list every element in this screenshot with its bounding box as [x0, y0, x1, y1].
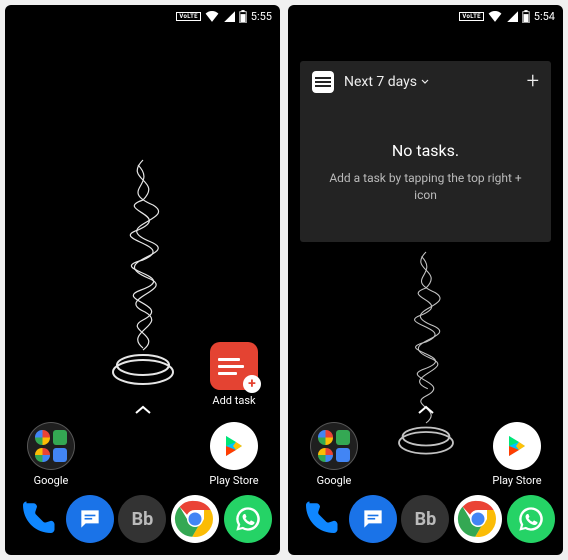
calendar-icon — [336, 448, 351, 463]
phone-app[interactable] — [13, 495, 61, 543]
home-grid[interactable]: + Add task Google Play Store — [5, 27, 280, 489]
bb-label: Bb — [132, 509, 154, 530]
phone-app[interactable] — [296, 495, 344, 543]
signal-icon — [506, 10, 518, 22]
signal-icon — [223, 10, 235, 22]
folder-label: Google — [23, 474, 79, 487]
app-drawer-handle[interactable] — [134, 400, 152, 419]
app-label: Play Store — [206, 474, 262, 487]
shortcut-label: Add task — [206, 394, 262, 407]
whatsapp-app[interactable] — [507, 495, 555, 543]
play-store-icon — [493, 422, 541, 470]
network-badge: VoLTE — [176, 12, 200, 21]
chrome-app[interactable] — [454, 495, 502, 543]
home-grid[interactable]: Next 7 days + No tasks. Add a task by ta… — [288, 27, 563, 489]
blackboard-app[interactable]: Bb — [401, 495, 449, 543]
phone-screen-right: VoLTE 5:54 Next 7 days + N — [288, 5, 563, 555]
play-store-icon — [210, 422, 258, 470]
play-store-app[interactable]: Play Store — [489, 422, 545, 487]
empty-subtext: Add a task by tapping the top right + ic… — [320, 170, 531, 204]
blackboard-app[interactable]: Bb — [118, 495, 166, 543]
todoist-icon: + — [210, 342, 258, 390]
battery-icon — [522, 10, 530, 23]
google-icon — [35, 430, 50, 445]
battery-icon — [239, 10, 247, 23]
google-folder[interactable]: Google — [306, 422, 362, 487]
add-task-button[interactable]: + — [527, 71, 539, 93]
folder-label: Google — [306, 474, 362, 487]
clock: 5:54 — [534, 10, 555, 23]
clock: 5:55 — [251, 10, 272, 23]
maps-icon — [53, 430, 68, 445]
wifi-icon — [205, 10, 219, 22]
chrome-app[interactable] — [171, 495, 219, 543]
widget-filter-dropdown[interactable]: Next 7 days — [344, 74, 517, 90]
messages-app[interactable] — [66, 495, 114, 543]
bb-label: Bb — [415, 509, 437, 530]
status-bar: VoLTE 5:55 — [5, 5, 280, 27]
photos-icon — [318, 448, 333, 463]
google-icon — [318, 430, 333, 445]
phone-screen-left: VoLTE 5:55 + Add task — [5, 5, 280, 555]
network-badge: VoLTE — [459, 12, 483, 21]
photos-icon — [35, 448, 50, 463]
status-bar: VoLTE 5:54 — [288, 5, 563, 27]
app-drawer-handle[interactable] — [417, 400, 435, 419]
wifi-icon — [488, 10, 502, 22]
play-store-app[interactable]: Play Store — [206, 422, 262, 487]
plus-badge-icon: + — [243, 375, 261, 393]
maps-icon — [336, 430, 351, 445]
chevron-down-icon — [421, 79, 429, 85]
todoist-icon — [312, 71, 334, 93]
todoist-add-task-shortcut[interactable]: + Add task — [206, 342, 262, 407]
calendar-icon — [53, 448, 68, 463]
empty-headline: No tasks. — [320, 141, 531, 160]
dock: Bb — [288, 489, 563, 555]
messages-app[interactable] — [349, 495, 397, 543]
dock: Bb — [5, 489, 280, 555]
app-label: Play Store — [489, 474, 545, 487]
google-folder[interactable]: Google — [23, 422, 79, 487]
todoist-widget[interactable]: Next 7 days + No tasks. Add a task by ta… — [300, 61, 551, 242]
widget-empty-state: No tasks. Add a task by tapping the top … — [300, 103, 551, 214]
whatsapp-app[interactable] — [224, 495, 272, 543]
widget-header: Next 7 days + — [300, 61, 551, 103]
